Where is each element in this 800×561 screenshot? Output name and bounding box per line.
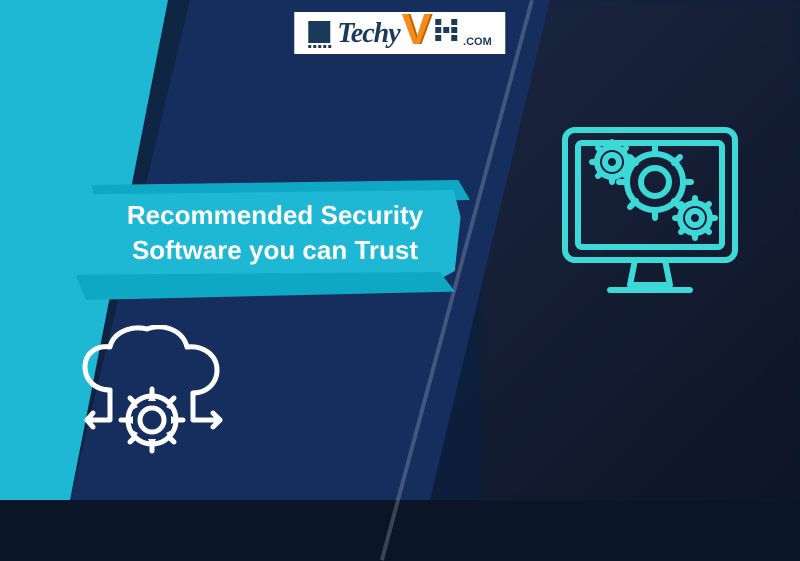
logo-text-suffix: .COM <box>463 36 492 48</box>
site-logo: Techy V .COM <box>294 12 505 54</box>
logo-blocks-icon <box>308 21 331 48</box>
logo-text-v: V <box>402 17 431 43</box>
logo-text-prefix: Techy <box>337 18 399 50</box>
monitor-gears-icon <box>550 110 750 315</box>
title-line-1: Recommended Security <box>95 198 455 233</box>
title-line-2: Software you can Trust <box>95 233 455 268</box>
banner-background: Techy V .COM Recommended Security Softwa… <box>0 0 800 500</box>
page-title: Recommended Security Software you can Tr… <box>95 198 455 268</box>
logo-grid-icon <box>435 19 457 41</box>
cloud-gear-icon <box>75 325 255 480</box>
